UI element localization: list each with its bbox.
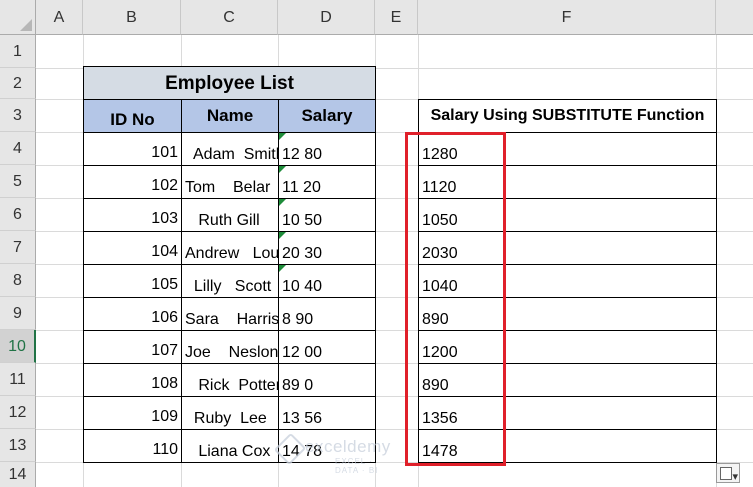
cell-salary[interactable]: 10 50	[278, 198, 376, 232]
cell-id[interactable]: 102	[83, 165, 182, 199]
cell-salary[interactable]: 8 90	[278, 297, 376, 331]
cell-salary[interactable]: 12 00	[278, 330, 376, 364]
cell-salary[interactable]: 13 56	[278, 396, 376, 430]
cell-name[interactable]: Andrew Louis	[181, 231, 279, 265]
column-header-c[interactable]: C	[181, 0, 278, 35]
cell-name[interactable]: Liana Cox	[181, 429, 279, 463]
column-header-g[interactable]	[716, 0, 753, 35]
cell-id[interactable]: 101	[83, 132, 182, 166]
cell-salary-text: 20 30	[282, 245, 323, 262]
header-id-no[interactable]: ID No	[83, 99, 182, 133]
error-indicator-icon	[279, 232, 286, 239]
column-header-b[interactable]: B	[83, 0, 181, 35]
row-header-7[interactable]: 7	[0, 231, 36, 264]
cell-salary[interactable]: 10 40	[278, 264, 376, 298]
select-all-icon	[20, 19, 32, 31]
error-indicator-icon	[279, 166, 286, 173]
clipboard-icon	[720, 467, 732, 480]
cell-name[interactable]: Joe Neslon	[181, 330, 279, 364]
header-name[interactable]: Name	[181, 99, 279, 133]
cell-id[interactable]: 109	[83, 396, 182, 430]
cell-name[interactable]: Ruth Gill	[181, 198, 279, 232]
cell-id[interactable]: 105	[83, 264, 182, 298]
cell-salary-text: 10 40	[282, 278, 323, 295]
column-header-e[interactable]: E	[375, 0, 418, 35]
watermark-tagline: EXCEL · DATA · BI	[335, 457, 379, 475]
watermark-brand: exceldemy	[305, 437, 391, 456]
select-all-button[interactable]	[0, 0, 36, 35]
highlight-box	[405, 132, 506, 466]
cell-salary[interactable]: 12 80	[278, 132, 376, 166]
row-header-4[interactable]: 4	[0, 132, 36, 165]
table-title[interactable]: Employee List	[83, 66, 376, 100]
header-substitute-result[interactable]: Salary Using SUBSTITUTE Function	[418, 99, 717, 133]
row-header-2[interactable]: 2	[0, 68, 36, 99]
cell-salary[interactable]: 89 0	[278, 363, 376, 397]
error-indicator-icon	[279, 265, 286, 272]
cell-salary[interactable]: 11 20	[278, 165, 376, 199]
row-header-3[interactable]: 3	[0, 99, 36, 132]
header-salary[interactable]: Salary	[278, 99, 376, 133]
row-header-6[interactable]: 6	[0, 198, 36, 231]
cell-id[interactable]: 104	[83, 231, 182, 265]
row-header-12[interactable]: 12	[0, 396, 36, 429]
paste-options-icon[interactable]: ▾	[716, 463, 740, 483]
cell-name[interactable]: Adam Smith	[181, 132, 279, 166]
cell-id[interactable]: 107	[83, 330, 182, 364]
error-indicator-icon	[279, 133, 286, 140]
cell-name[interactable]: Rick Potter	[181, 363, 279, 397]
row-header-13[interactable]: 13	[0, 429, 36, 462]
cell-id[interactable]: 106	[83, 297, 182, 331]
row-header-14[interactable]: 14	[0, 462, 36, 487]
cell-salary-text: 11 20	[282, 179, 321, 196]
column-header-a[interactable]: A	[36, 0, 83, 35]
cell-name[interactable]: Lilly Scott	[181, 264, 279, 298]
cell-salary-text: 12 80	[282, 146, 323, 163]
row-header-11[interactable]: 11	[0, 363, 36, 396]
cell-salary-text: 10 50	[282, 212, 323, 229]
cell-name[interactable]: Sara Harris	[181, 297, 279, 331]
dropdown-icon: ▾	[732, 471, 738, 483]
row-header-8[interactable]: 8	[0, 264, 36, 297]
cell-name[interactable]: Tom Belar	[181, 165, 279, 199]
spreadsheet: A B C D E F 1 2 3 4 5 6 7 8 9 10 11 12 1…	[0, 0, 753, 487]
error-indicator-icon	[279, 199, 286, 206]
row-header-10[interactable]: 10	[0, 330, 36, 363]
column-header-f[interactable]: F	[418, 0, 716, 35]
row-header-5[interactable]: 5	[0, 165, 36, 198]
cell-salary[interactable]: 20 30	[278, 231, 376, 265]
cell-name[interactable]: Ruby Lee	[181, 396, 279, 430]
cell-id[interactable]: 103	[83, 198, 182, 232]
cell-id[interactable]: 110	[83, 429, 182, 463]
row-header-9[interactable]: 9	[0, 297, 36, 330]
watermark: exceldemy EXCEL · DATA · BI	[273, 432, 391, 475]
row-header-1[interactable]: 1	[0, 35, 36, 68]
column-header-d[interactable]: D	[278, 0, 375, 35]
cell-id[interactable]: 108	[83, 363, 182, 397]
